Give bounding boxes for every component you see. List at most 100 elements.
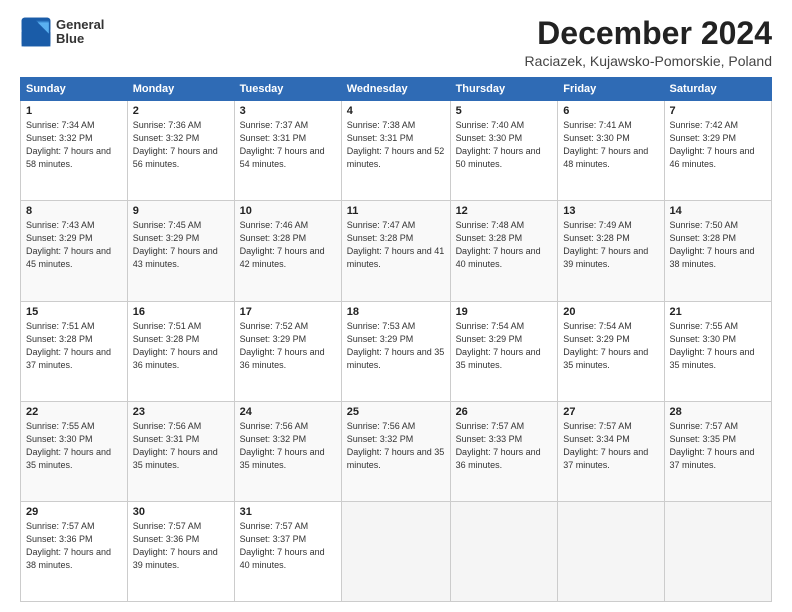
calendar-cell: 10 Sunrise: 7:46 AMSunset: 3:28 PMDaylig… <box>234 201 341 301</box>
day-number: 4 <box>347 105 445 117</box>
day-number: 31 <box>240 506 336 518</box>
calendar-cell: 24 Sunrise: 7:56 AMSunset: 3:32 PMDaylig… <box>234 401 341 501</box>
calendar-cell: 3 Sunrise: 7:37 AMSunset: 3:31 PMDayligh… <box>234 101 341 201</box>
calendar: Sunday Monday Tuesday Wednesday Thursday… <box>20 77 772 602</box>
header-row: Sunday Monday Tuesday Wednesday Thursday… <box>21 78 772 101</box>
day-number: 29 <box>26 506 122 518</box>
day-info: Sunrise: 7:37 AMSunset: 3:31 PMDaylight:… <box>240 120 325 169</box>
day-info: Sunrise: 7:46 AMSunset: 3:28 PMDaylight:… <box>240 220 325 269</box>
day-number: 16 <box>133 306 229 318</box>
calendar-cell: 20 Sunrise: 7:54 AMSunset: 3:29 PMDaylig… <box>558 301 664 401</box>
day-number: 7 <box>670 105 767 117</box>
day-info: Sunrise: 7:51 AMSunset: 3:28 PMDaylight:… <box>26 321 111 370</box>
day-number: 28 <box>670 406 767 418</box>
col-monday: Monday <box>127 78 234 101</box>
calendar-cell: 6 Sunrise: 7:41 AMSunset: 3:30 PMDayligh… <box>558 101 664 201</box>
day-info: Sunrise: 7:50 AMSunset: 3:28 PMDaylight:… <box>670 220 755 269</box>
day-number: 12 <box>456 205 553 217</box>
day-number: 5 <box>456 105 553 117</box>
day-info: Sunrise: 7:57 AMSunset: 3:34 PMDaylight:… <box>563 421 648 470</box>
main-title: December 2024 <box>525 16 772 51</box>
calendar-cell: 27 Sunrise: 7:57 AMSunset: 3:34 PMDaylig… <box>558 401 664 501</box>
week-row-2: 8 Sunrise: 7:43 AMSunset: 3:29 PMDayligh… <box>21 201 772 301</box>
calendar-cell: 28 Sunrise: 7:57 AMSunset: 3:35 PMDaylig… <box>664 401 772 501</box>
day-info: Sunrise: 7:56 AMSunset: 3:32 PMDaylight:… <box>240 421 325 470</box>
calendar-cell: 31 Sunrise: 7:57 AMSunset: 3:37 PMDaylig… <box>234 501 341 601</box>
calendar-cell: 25 Sunrise: 7:56 AMSunset: 3:32 PMDaylig… <box>341 401 450 501</box>
calendar-cell <box>341 501 450 601</box>
calendar-cell: 4 Sunrise: 7:38 AMSunset: 3:31 PMDayligh… <box>341 101 450 201</box>
col-saturday: Saturday <box>664 78 772 101</box>
day-info: Sunrise: 7:36 AMSunset: 3:32 PMDaylight:… <box>133 120 218 169</box>
day-info: Sunrise: 7:41 AMSunset: 3:30 PMDaylight:… <box>563 120 648 169</box>
day-number: 14 <box>670 205 767 217</box>
calendar-cell: 15 Sunrise: 7:51 AMSunset: 3:28 PMDaylig… <box>21 301 128 401</box>
week-row-3: 15 Sunrise: 7:51 AMSunset: 3:28 PMDaylig… <box>21 301 772 401</box>
day-number: 8 <box>26 205 122 217</box>
day-number: 2 <box>133 105 229 117</box>
week-row-5: 29 Sunrise: 7:57 AMSunset: 3:36 PMDaylig… <box>21 501 772 601</box>
day-info: Sunrise: 7:57 AMSunset: 3:37 PMDaylight:… <box>240 521 325 570</box>
calendar-cell: 21 Sunrise: 7:55 AMSunset: 3:30 PMDaylig… <box>664 301 772 401</box>
day-info: Sunrise: 7:43 AMSunset: 3:29 PMDaylight:… <box>26 220 111 269</box>
day-info: Sunrise: 7:47 AMSunset: 3:28 PMDaylight:… <box>347 220 445 269</box>
calendar-cell: 30 Sunrise: 7:57 AMSunset: 3:36 PMDaylig… <box>127 501 234 601</box>
day-number: 25 <box>347 406 445 418</box>
logo-line2: Blue <box>56 32 104 46</box>
day-number: 17 <box>240 306 336 318</box>
day-info: Sunrise: 7:48 AMSunset: 3:28 PMDaylight:… <box>456 220 541 269</box>
col-tuesday: Tuesday <box>234 78 341 101</box>
week-row-1: 1 Sunrise: 7:34 AMSunset: 3:32 PMDayligh… <box>21 101 772 201</box>
day-info: Sunrise: 7:54 AMSunset: 3:29 PMDaylight:… <box>456 321 541 370</box>
calendar-cell: 7 Sunrise: 7:42 AMSunset: 3:29 PMDayligh… <box>664 101 772 201</box>
day-number: 21 <box>670 306 767 318</box>
calendar-cell: 8 Sunrise: 7:43 AMSunset: 3:29 PMDayligh… <box>21 201 128 301</box>
calendar-cell: 2 Sunrise: 7:36 AMSunset: 3:32 PMDayligh… <box>127 101 234 201</box>
header: General Blue December 2024 Raciazek, Kuj… <box>20 16 772 69</box>
col-sunday: Sunday <box>21 78 128 101</box>
day-number: 9 <box>133 205 229 217</box>
day-info: Sunrise: 7:40 AMSunset: 3:30 PMDaylight:… <box>456 120 541 169</box>
calendar-cell <box>558 501 664 601</box>
week-row-4: 22 Sunrise: 7:55 AMSunset: 3:30 PMDaylig… <box>21 401 772 501</box>
title-block: December 2024 Raciazek, Kujawsko-Pomorsk… <box>525 16 772 69</box>
day-number: 27 <box>563 406 658 418</box>
col-wednesday: Wednesday <box>341 78 450 101</box>
day-info: Sunrise: 7:57 AMSunset: 3:36 PMDaylight:… <box>133 521 218 570</box>
calendar-cell <box>664 501 772 601</box>
day-info: Sunrise: 7:42 AMSunset: 3:29 PMDaylight:… <box>670 120 755 169</box>
day-number: 18 <box>347 306 445 318</box>
logo: General Blue <box>20 16 104 48</box>
calendar-cell: 13 Sunrise: 7:49 AMSunset: 3:28 PMDaylig… <box>558 201 664 301</box>
day-info: Sunrise: 7:57 AMSunset: 3:35 PMDaylight:… <box>670 421 755 470</box>
calendar-cell: 1 Sunrise: 7:34 AMSunset: 3:32 PMDayligh… <box>21 101 128 201</box>
calendar-cell: 18 Sunrise: 7:53 AMSunset: 3:29 PMDaylig… <box>341 301 450 401</box>
day-number: 11 <box>347 205 445 217</box>
day-info: Sunrise: 7:55 AMSunset: 3:30 PMDaylight:… <box>26 421 111 470</box>
day-info: Sunrise: 7:49 AMSunset: 3:28 PMDaylight:… <box>563 220 648 269</box>
page: General Blue December 2024 Raciazek, Kuj… <box>0 0 792 612</box>
calendar-cell: 26 Sunrise: 7:57 AMSunset: 3:33 PMDaylig… <box>450 401 558 501</box>
calendar-cell: 23 Sunrise: 7:56 AMSunset: 3:31 PMDaylig… <box>127 401 234 501</box>
calendar-cell: 9 Sunrise: 7:45 AMSunset: 3:29 PMDayligh… <box>127 201 234 301</box>
calendar-cell: 5 Sunrise: 7:40 AMSunset: 3:30 PMDayligh… <box>450 101 558 201</box>
logo-icon <box>20 16 52 48</box>
day-info: Sunrise: 7:55 AMSunset: 3:30 PMDaylight:… <box>670 321 755 370</box>
day-number: 19 <box>456 306 553 318</box>
day-info: Sunrise: 7:56 AMSunset: 3:32 PMDaylight:… <box>347 421 445 470</box>
day-number: 1 <box>26 105 122 117</box>
calendar-cell: 12 Sunrise: 7:48 AMSunset: 3:28 PMDaylig… <box>450 201 558 301</box>
day-info: Sunrise: 7:51 AMSunset: 3:28 PMDaylight:… <box>133 321 218 370</box>
day-number: 13 <box>563 205 658 217</box>
calendar-cell: 17 Sunrise: 7:52 AMSunset: 3:29 PMDaylig… <box>234 301 341 401</box>
logo-line1: General <box>56 18 104 32</box>
day-info: Sunrise: 7:38 AMSunset: 3:31 PMDaylight:… <box>347 120 445 169</box>
day-number: 24 <box>240 406 336 418</box>
day-info: Sunrise: 7:34 AMSunset: 3:32 PMDaylight:… <box>26 120 111 169</box>
calendar-cell: 11 Sunrise: 7:47 AMSunset: 3:28 PMDaylig… <box>341 201 450 301</box>
calendar-cell: 22 Sunrise: 7:55 AMSunset: 3:30 PMDaylig… <box>21 401 128 501</box>
calendar-cell: 19 Sunrise: 7:54 AMSunset: 3:29 PMDaylig… <box>450 301 558 401</box>
day-number: 30 <box>133 506 229 518</box>
day-info: Sunrise: 7:52 AMSunset: 3:29 PMDaylight:… <box>240 321 325 370</box>
day-number: 6 <box>563 105 658 117</box>
